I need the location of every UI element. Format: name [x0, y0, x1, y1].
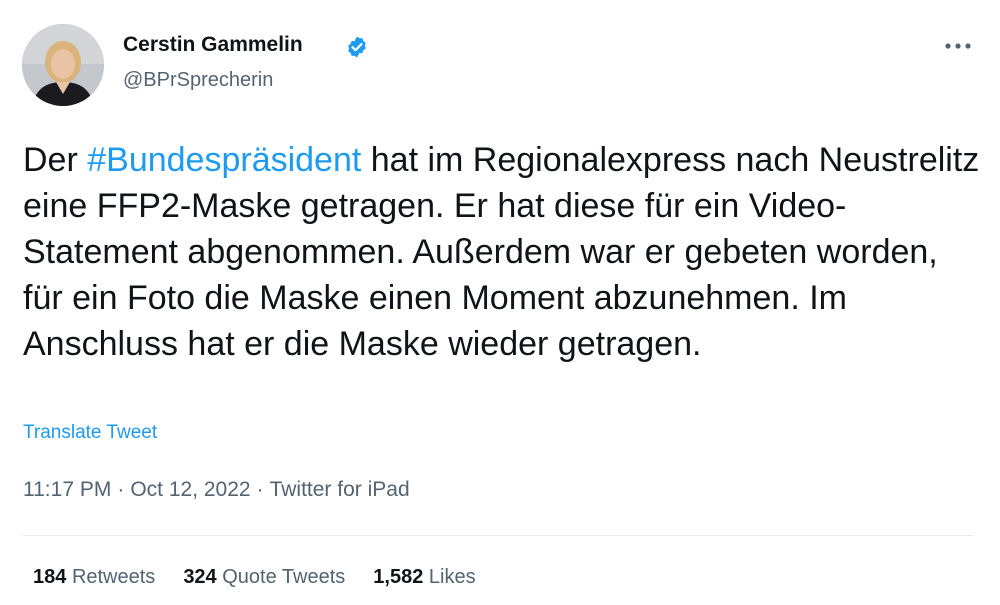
retweets-stat[interactable]: 184 Retweets: [33, 566, 155, 589]
retweets-count: 184: [33, 566, 67, 588]
quote-tweets-label: Quote Tweets: [222, 566, 346, 588]
tweet-time[interactable]: 11:17 PM: [23, 478, 111, 501]
likes-label: Likes: [428, 566, 476, 588]
tweet-text-start: Der: [23, 141, 88, 179]
hashtag-link[interactable]: #Bundespräsident: [87, 141, 361, 179]
tweet-date[interactable]: Oct 12, 2022: [130, 478, 250, 501]
author-name[interactable]: Cerstin Gammelin: [123, 33, 303, 57]
tweet-meta: 11:17 PM · Oct 12, 2022 · Twitter for iPad: [23, 478, 410, 502]
quote-tweets-stat[interactable]: 324 Quote Tweets: [183, 566, 345, 589]
tweet-card: Cerstin Gammelin @BPrSprecherin Der #Bun…: [0, 0, 1000, 605]
meta-separator: ·: [117, 478, 125, 501]
quote-tweets-count: 324: [183, 566, 217, 588]
meta-separator: ·: [256, 478, 264, 501]
verified-badge-icon: [348, 36, 366, 58]
divider: [23, 535, 973, 536]
retweets-label: Retweets: [71, 566, 156, 588]
author-handle[interactable]: @BPrSprecherin: [123, 69, 273, 92]
more-options-icon[interactable]: [940, 34, 976, 58]
tweet-source[interactable]: Twitter for iPad: [270, 478, 410, 501]
tweet-text: Der #Bundespräsident hat im Regionalexpr…: [23, 137, 983, 367]
translate-tweet-link[interactable]: Translate Tweet: [23, 422, 157, 444]
likes-count: 1,582: [373, 566, 424, 588]
tweet-stats: 184 Retweets 324 Quote Tweets 1,582 Likes: [33, 566, 504, 589]
likes-stat[interactable]: 1,582 Likes: [373, 566, 475, 589]
avatar[interactable]: [22, 24, 104, 106]
